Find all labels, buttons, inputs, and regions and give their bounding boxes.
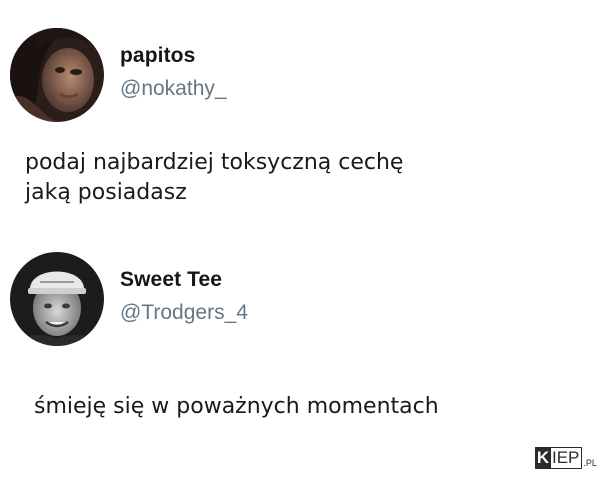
user-handle[interactable]: @Trodgers_4: [120, 301, 248, 325]
user-handle[interactable]: @nokathy_: [120, 77, 227, 101]
profile-photo-man-cap-icon: [10, 252, 104, 346]
display-name[interactable]: Sweet Tee: [120, 268, 222, 292]
watermark-k: K: [535, 447, 551, 469]
tweet-text: śmieję się w poważnych momentach: [34, 394, 439, 419]
tweet-card-2: Sweet Tee @Trodgers_4 śmieję się w poważ…: [0, 240, 610, 470]
avatar-papitos[interactable]: [10, 28, 104, 122]
watermark-text: IEP: [551, 447, 583, 469]
tweet-text: podaj najbardziej toksyczną cechę jaką p…: [25, 150, 404, 205]
profile-photo-woman-icon: [10, 28, 104, 122]
tweet-card-1: papitos @nokathy_ podaj najbardziej toks…: [0, 0, 610, 240]
watermark-suffix: .PL: [583, 458, 597, 468]
display-name[interactable]: papitos: [120, 44, 195, 68]
avatar-sweet-tee[interactable]: [10, 252, 104, 346]
kiep-watermark-logo: K IEP .PL: [535, 447, 597, 469]
